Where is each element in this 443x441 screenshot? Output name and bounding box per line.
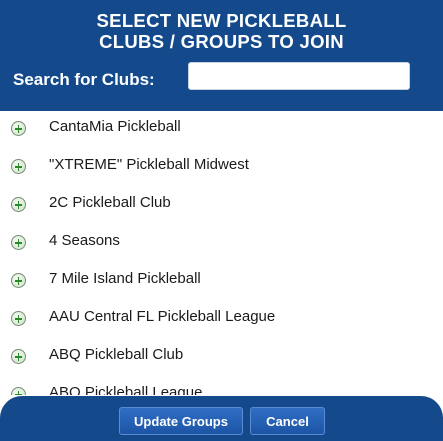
dialog-header: SELECT NEW PICKLEBALL CLUBS / GROUPS TO … [0,0,443,111]
title-line-2: CLUBS / GROUPS TO JOIN [99,31,344,52]
club-list-item[interactable]: 7 Mile Island Pickleball [0,263,443,301]
add-circle-icon[interactable] [11,235,26,250]
club-list-item[interactable]: "XTREME" Pickleball Midwest [0,149,443,187]
add-circle-icon[interactable] [11,349,26,364]
club-name: "XTREME" Pickleball Midwest [49,156,249,173]
add-circle-icon[interactable] [11,121,26,136]
club-name: AAU Central FL Pickleball League [49,308,276,325]
add-circle-icon[interactable] [11,387,26,395]
add-circle-icon[interactable] [11,159,26,174]
search-label: Search for Clubs: [13,70,155,89]
club-list-item[interactable]: AAU Central FL Pickleball League [0,301,443,339]
add-circle-icon[interactable] [11,311,26,326]
update-groups-button[interactable]: Update Groups [119,407,243,435]
search-input[interactable] [188,62,410,90]
club-name: 4 Seasons [49,232,120,249]
club-list-item[interactable]: 4 Seasons [0,225,443,263]
club-list: CantaMia Pickleball "XTREME" Pickleball … [0,111,443,395]
club-name: 2C Pickleball Club [49,194,171,211]
cancel-button[interactable]: Cancel [250,407,325,435]
dialog-footer: Update Groups Cancel [0,396,443,441]
club-name: 7 Mile Island Pickleball [49,270,201,287]
title-line-1: SELECT NEW PICKLEBALL [96,10,347,31]
club-name: CantaMia Pickleball [49,118,181,135]
club-list-item[interactable]: CantaMia Pickleball [0,111,443,149]
club-list-item[interactable]: ABQ Pickleball League [0,377,443,395]
club-name: ABQ Pickleball League [49,384,203,395]
add-circle-icon[interactable] [11,273,26,288]
club-name: ABQ Pickleball Club [49,346,184,363]
dialog-title: SELECT NEW PICKLEBALL CLUBS / GROUPS TO … [0,10,443,52]
add-circle-icon[interactable] [11,197,26,212]
club-list-item[interactable]: ABQ Pickleball Club [0,339,443,377]
club-list-item[interactable]: 2C Pickleball Club [0,187,443,225]
